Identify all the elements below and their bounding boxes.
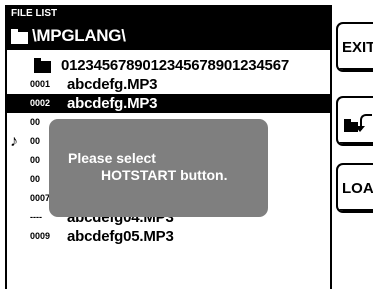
- load-button[interactable]: LOAD: [336, 163, 373, 213]
- current-path: \MPGLANG\: [11, 24, 126, 48]
- file-name: abcdefg05.MP3: [67, 228, 174, 245]
- folder-row[interactable]: 012345678901234567890123456​7: [7, 56, 330, 75]
- now-playing-icon: ♪: [10, 132, 18, 150]
- load-button-label: LOAD: [342, 179, 373, 197]
- exit-button-label: EXIT: [342, 38, 373, 56]
- popup-message-line-2: HOTSTART button.: [101, 167, 228, 183]
- file-list-header: FILE LIST \MPGLANG\: [7, 7, 330, 50]
- folder-icon: [11, 28, 28, 44]
- folder-name: 012345678901234567890123456​7: [61, 57, 289, 74]
- file-number: 0001: [30, 79, 51, 89]
- file-row[interactable]: 0001 abcdefg.MP3: [7, 75, 330, 94]
- up-directory-button[interactable]: [336, 96, 373, 146]
- file-list-title: FILE LIST: [11, 8, 58, 19]
- popup-message-line-1: Please select: [68, 150, 156, 166]
- current-path-text: \MPGLANG\: [32, 26, 126, 45]
- file-name: abcdefg.MP3: [67, 76, 158, 93]
- file-number: 0009: [30, 231, 51, 241]
- file-row[interactable]: 0009 abcdefg05.MP3: [7, 227, 330, 246]
- exit-button[interactable]: EXIT: [336, 22, 373, 72]
- file-row[interactable]: 0002 abcdefg.MP3: [7, 94, 330, 113]
- folder-icon: [34, 58, 51, 73]
- file-number: 0002: [30, 98, 51, 108]
- folder-up-icon: [342, 106, 372, 136]
- hotstart-message-popup: Please select HOTSTART button.: [49, 119, 268, 217]
- file-name: abcdefg.MP3: [67, 95, 158, 112]
